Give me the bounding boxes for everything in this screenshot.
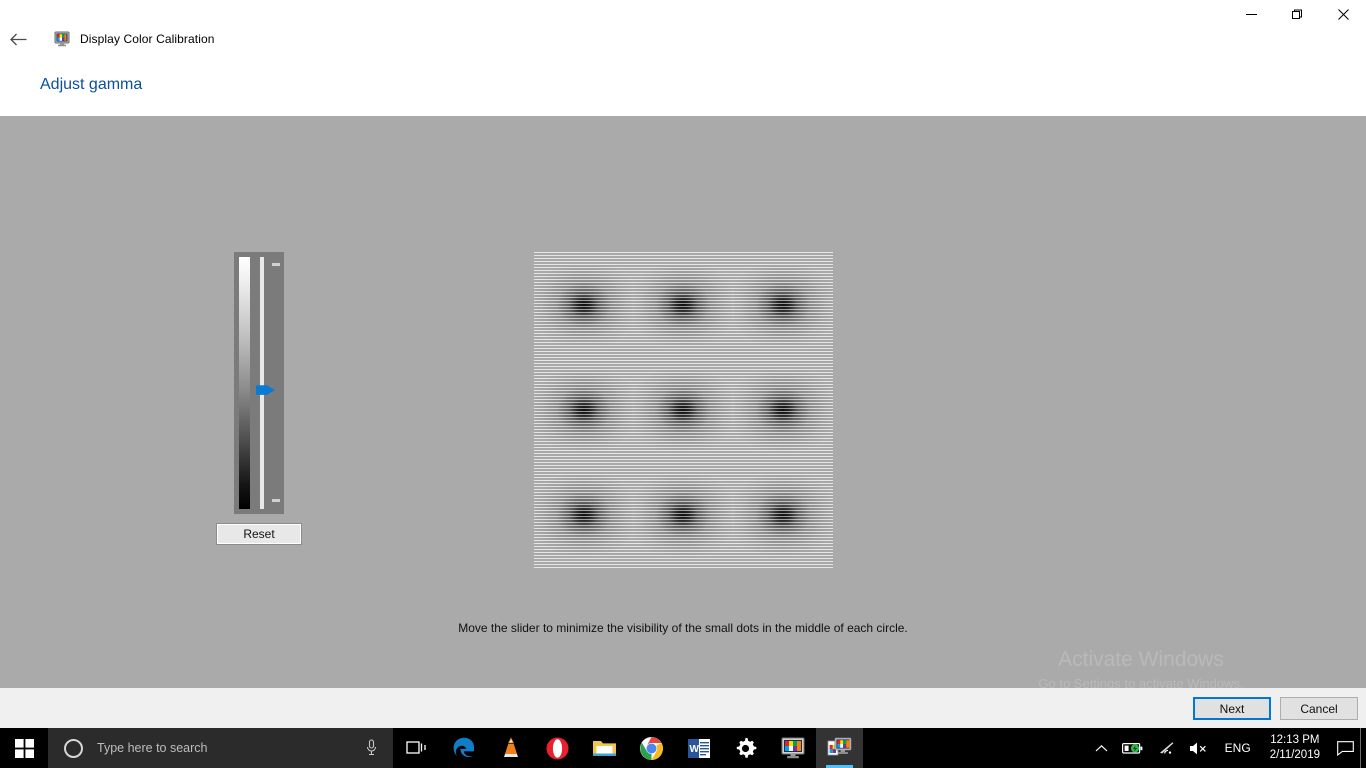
gamma-slider-tick-top	[272, 263, 280, 266]
settings-button[interactable]	[722, 728, 769, 768]
gamma-pattern-circle	[634, 357, 734, 462]
gamma-pattern-dot	[534, 264, 633, 345]
gamma-pattern-dot	[734, 264, 833, 345]
gamma-pattern-dot	[734, 369, 833, 450]
start-button[interactable]	[0, 728, 48, 768]
gamma-pattern-dot	[634, 369, 733, 450]
gamma-pattern-circle	[634, 463, 734, 568]
windows-start-icon	[14, 738, 34, 758]
calibration-work-area: Reset Move the slider to minimize the vi…	[0, 116, 1366, 688]
gamma-pattern-circle	[733, 463, 833, 568]
microsoft-word-button[interactable]: W	[675, 728, 722, 768]
action-center-icon	[1336, 740, 1354, 756]
search-input[interactable]: Type here to search	[97, 741, 207, 755]
gamma-pattern-circle	[534, 252, 634, 357]
microsoft-word-icon: W	[687, 738, 710, 758]
language-indicator[interactable]: ENG	[1216, 728, 1260, 768]
action-center-button[interactable]	[1330, 728, 1360, 768]
gamma-slider-track[interactable]	[260, 257, 264, 509]
app-icon	[54, 31, 70, 47]
gamma-pattern-circle	[534, 463, 634, 568]
window-controls	[1228, 0, 1366, 28]
close-button[interactable]	[1320, 0, 1366, 28]
vlc-media-player-icon	[503, 737, 518, 757]
file-explorer-icon	[593, 741, 616, 756]
cancel-button[interactable]: Cancel	[1280, 697, 1358, 720]
gamma-slider-group: Reset	[216, 252, 302, 545]
app-title-text: Display Color Calibration	[80, 32, 215, 46]
microsoft-edge-icon	[453, 737, 474, 758]
next-button[interactable]: Next	[1193, 697, 1271, 720]
maximize-button[interactable]	[1274, 0, 1320, 28]
chevron-up-icon	[1095, 744, 1108, 751]
gamma-pattern-cells	[534, 252, 833, 568]
gamma-gradient-bar	[239, 257, 250, 509]
file-explorer-button[interactable]	[581, 728, 628, 768]
footer-bar: Next Cancel	[0, 688, 1366, 728]
gamma-pattern-dot	[734, 475, 833, 556]
google-chrome-button[interactable]	[628, 728, 675, 768]
battery-icon	[1121, 742, 1143, 754]
search-box[interactable]: Type here to search	[48, 728, 393, 768]
app-header-row: Display Color Calibration	[0, 26, 1366, 52]
gamma-slider-thumb[interactable]	[256, 385, 275, 395]
opera-browser-button[interactable]	[534, 728, 581, 768]
settings-gear-icon	[736, 737, 757, 758]
gamma-pattern-circle	[534, 357, 634, 462]
back-button[interactable]	[3, 27, 33, 51]
window-title-bar	[0, 0, 1366, 28]
maximize-icon	[1291, 9, 1302, 19]
footer-buttons: Next Cancel	[1193, 697, 1358, 720]
back-arrow-icon	[9, 33, 26, 45]
cortana-circle-icon	[64, 738, 83, 758]
clock[interactable]: 12:13 PM 2/11/2019	[1260, 728, 1330, 768]
clock-time: 12:13 PM	[1270, 734, 1320, 746]
vlc-media-player-button[interactable]	[487, 728, 534, 768]
taskbar-items: W	[393, 728, 863, 768]
close-icon	[1337, 8, 1349, 20]
activate-windows-watermark: Activate Windows Go to Settings to activ…	[976, 646, 1306, 688]
wifi-icon	[1159, 742, 1174, 754]
battery-button[interactable]	[1115, 728, 1151, 768]
show-desktop-button[interactable]	[1360, 728, 1366, 768]
microsoft-edge-button[interactable]	[440, 728, 487, 768]
minimize-icon	[1245, 13, 1257, 15]
gamma-test-pattern	[534, 252, 833, 568]
task-view-icon	[405, 741, 426, 754]
gamma-slider[interactable]	[234, 252, 284, 514]
instruction-caption: Move the slider to minimize the visibili…	[458, 621, 908, 635]
watermark-title: Activate Windows	[1058, 648, 1224, 671]
windows-taskbar: Type here to search W ENG 12:13 PM 2/11/…	[0, 728, 1366, 768]
gamma-pattern-dot	[534, 369, 633, 450]
gamma-pattern-circle	[733, 252, 833, 357]
volume-button[interactable]	[1182, 728, 1216, 768]
gamma-pattern-dot	[634, 264, 733, 345]
display-color-calibration-button[interactable]	[769, 728, 816, 768]
tray-overflow-button[interactable]	[1088, 728, 1115, 768]
watermark-subtitle: Go to Settings to activate Windows.	[1038, 676, 1244, 688]
gamma-pattern-circle	[634, 252, 734, 357]
display-color-calibration-active-icon	[827, 737, 852, 755]
opera-browser-icon	[546, 737, 569, 759]
gamma-slider-tick-bottom	[272, 499, 280, 502]
gamma-pattern-dot	[534, 475, 633, 556]
svg-text:W: W	[689, 744, 699, 755]
page-title: Adjust gamma	[40, 76, 143, 93]
network-button[interactable]	[1151, 728, 1182, 768]
display-color-calibration-icon	[781, 737, 804, 759]
microphone-icon[interactable]	[365, 739, 378, 761]
gamma-pattern-circle	[733, 357, 833, 462]
display-color-calibration-active-button[interactable]	[816, 728, 863, 768]
gamma-pattern-dot	[634, 475, 733, 556]
reset-button[interactable]: Reset	[216, 523, 302, 545]
clock-date: 2/11/2019	[1269, 749, 1320, 761]
google-chrome-icon	[640, 736, 663, 760]
minimize-button[interactable]	[1228, 0, 1274, 28]
system-tray: ENG 12:13 PM 2/11/2019	[1088, 728, 1366, 768]
task-view-button[interactable]	[393, 728, 440, 768]
volume-muted-icon	[1189, 742, 1206, 754]
